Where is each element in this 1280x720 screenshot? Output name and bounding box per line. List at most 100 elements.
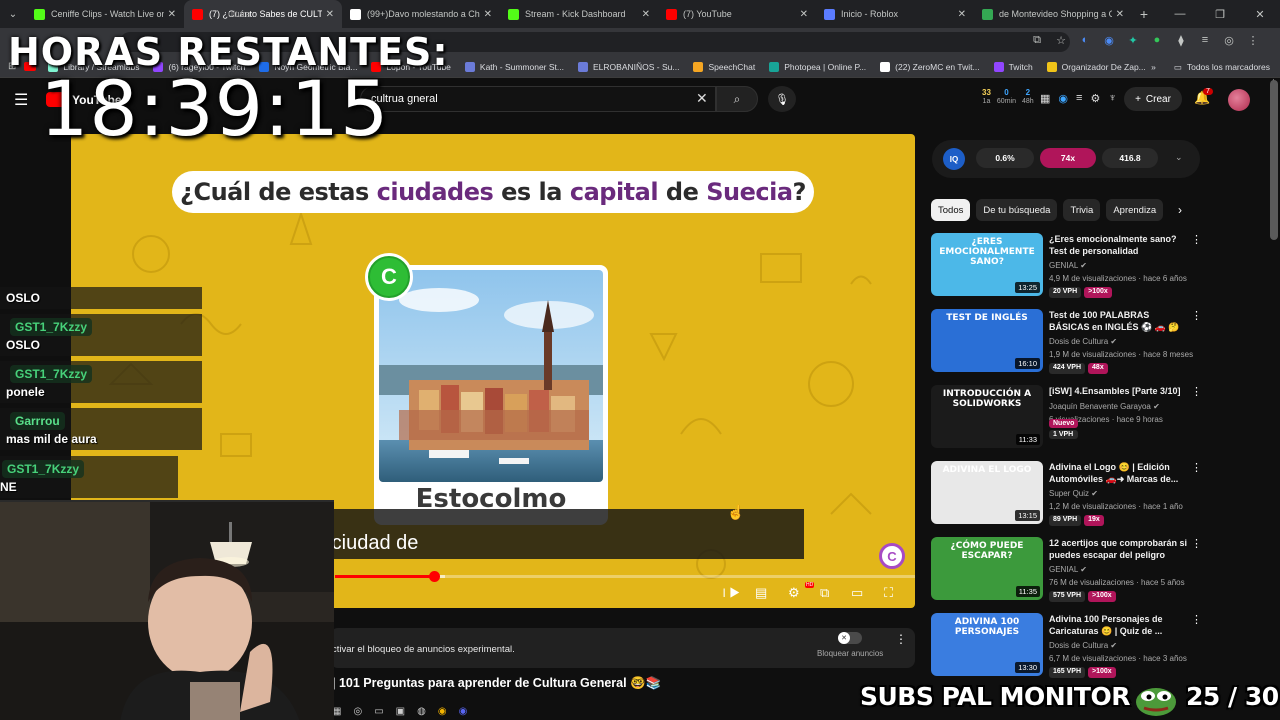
- browser-tab[interactable]: (7) ¿Cuánto Sabes de CULTURA GENERAL ✕: [184, 0, 342, 28]
- filter-chip[interactable]: Aprendiza: [1106, 199, 1164, 221]
- recommended-video[interactable]: ¿CÓMO PUEDE ESCAPAR? 11:35 12 acertijos qu…: [931, 537, 1202, 603]
- recommended-video[interactable]: ¿ERES EMOCIONALMENTE SANO? 13:25 ¿Eres emo…: [931, 233, 1202, 299]
- discord-icon[interactable]: ◉: [459, 706, 468, 717]
- video-thumbnail[interactable]: ADIVINA EL LOGO 13:15: [931, 461, 1043, 524]
- rec-channel[interactable]: Super Quiz ✔: [1049, 489, 1098, 498]
- calculator-icon[interactable]: ▦: [1040, 92, 1050, 105]
- close-window-icon[interactable]: ✕: [1240, 0, 1280, 28]
- rec-channel[interactable]: Dosis de Cultura ✔: [1049, 641, 1117, 650]
- bookmark-item[interactable]: Kath - Summoner St...: [464, 61, 564, 72]
- recommended-video[interactable]: ADIVINA EL LOGO 13:15 Adivina el Logo 😊 | …: [931, 461, 1202, 527]
- subtitles-icon[interactable]: ▤: [755, 585, 767, 601]
- miniplayer-icon[interactable]: ⧉: [820, 585, 829, 601]
- recommended-video[interactable]: ADIVINA 100 PERSONAJES 13:30 Adivina 100 P…: [931, 613, 1202, 679]
- autoplay-toggle-icon[interactable]: ⏽▶: [719, 585, 740, 601]
- extension-icon[interactable]: ◉: [1102, 34, 1116, 47]
- extension-icon[interactable]: ✦: [1126, 34, 1140, 47]
- app-icon[interactable]: ◍: [417, 706, 426, 717]
- recommended-video[interactable]: TEST DE INGLÉS 16:10 Test de 100 PALABRAS …: [931, 309, 1202, 375]
- video-thumbnail[interactable]: ¿ERES EMOCIONALMENTE SANO? 13:25: [931, 233, 1043, 296]
- video-thumbnail[interactable]: ¿CÓMO PUEDE ESCAPAR? 11:35: [931, 537, 1043, 600]
- close-tab-icon[interactable]: ✕: [326, 9, 334, 20]
- rec-title[interactable]: 12 acertijos que comprobarán si puedes e…: [1049, 537, 1189, 561]
- kebab-menu-icon[interactable]: ⋮: [1191, 309, 1202, 322]
- browser-tab[interactable]: Ceniffe Clips - Watch Live on Kick ✕: [26, 0, 184, 28]
- chevron-down-icon[interactable]: ⌄: [1175, 152, 1183, 163]
- browser-tab[interactable]: (99+)Davo molestando a Chile ✕: [342, 0, 500, 28]
- bookmark-item[interactable]: Photopea | Online P...: [769, 61, 866, 72]
- kebab-menu-icon[interactable]: ⋮: [1191, 537, 1202, 550]
- browser-tab[interactable]: Stream - Kick Dashboard ✕: [500, 0, 658, 28]
- close-tab-icon[interactable]: ✕: [1116, 9, 1124, 20]
- rec-title[interactable]: Adivina el Logo 😊 | Edición Automóviles …: [1049, 461, 1189, 485]
- fullscreen-icon[interactable]: ⛶: [884, 585, 893, 601]
- all-bookmarks[interactable]: » ▭ Todos los marcadores: [1151, 56, 1270, 78]
- folder-icon[interactable]: ▭: [374, 706, 383, 717]
- bookmark-item[interactable]: SpeechChat: [693, 61, 755, 72]
- kebab-menu-icon[interactable]: ⋮: [1191, 385, 1202, 398]
- close-tab-icon[interactable]: ✕: [642, 9, 650, 20]
- progress-scrubber[interactable]: [428, 571, 440, 582]
- filter-chip[interactable]: Trivia: [1063, 199, 1101, 221]
- iq-badge[interactable]: IQ: [943, 148, 965, 170]
- search-button[interactable]: ⌕: [716, 86, 758, 112]
- video-thumbnail[interactable]: TEST DE INGLÉS 16:10: [931, 309, 1043, 372]
- video-thumbnail[interactable]: ADIVINA 100 PERSONAJES 13:30: [931, 613, 1043, 676]
- gear-icon[interactable]: ⚙: [1090, 92, 1100, 105]
- create-button[interactable]: + Crear: [1124, 87, 1182, 111]
- close-tab-icon[interactable]: ✕: [168, 9, 176, 20]
- puzzle-icon[interactable]: ⧫: [1174, 34, 1188, 47]
- close-tab-icon[interactable]: ✕: [800, 9, 808, 20]
- list-icon[interactable]: ≡: [1076, 92, 1082, 105]
- rec-channel[interactable]: GENIAL ✔: [1049, 261, 1087, 270]
- kebab-menu-icon[interactable]: ⋮: [1191, 461, 1202, 474]
- rec-channel[interactable]: Dosis de Cultura ✔: [1049, 337, 1117, 346]
- browser-tab[interactable]: de Montevideo Shopping a Ciudad ✕: [974, 0, 1132, 28]
- maximize-icon[interactable]: ❐: [1200, 0, 1240, 28]
- adblock-toggle[interactable]: ✕: [838, 632, 862, 644]
- bookmark-item[interactable]: Twitch: [993, 61, 1033, 72]
- tab-search-icon[interactable]: ≡: [1198, 34, 1212, 47]
- extension-icon[interactable]: ◐: [1078, 34, 1092, 47]
- voice-search-button[interactable]: 🎙: [768, 86, 796, 112]
- clear-search-icon[interactable]: ✕: [696, 90, 708, 107]
- close-tab-icon[interactable]: ✕: [958, 9, 966, 20]
- rec-title[interactable]: [iSW] 4.Ensambles [Parte 3/10]: [1049, 385, 1189, 397]
- channel-watermark[interactable]: C: [879, 543, 905, 569]
- browser-tab[interactable]: Inicio - Roblox ✕: [816, 0, 974, 28]
- close-tab-icon[interactable]: ✕: [484, 9, 492, 20]
- cast-icon[interactable]: ⧉: [1030, 34, 1044, 47]
- minimize-icon[interactable]: —: [1160, 0, 1200, 28]
- profile-icon[interactable]: ◎: [1222, 34, 1236, 47]
- bookmark-star-icon[interactable]: ☆: [1054, 34, 1068, 47]
- rec-channel[interactable]: Joaquín Benavente Garayoa ✔: [1049, 402, 1160, 411]
- video-thumbnail[interactable]: INTRODUCCIÓN A SOLIDWORKS 11:33: [931, 385, 1043, 448]
- theater-mode-icon[interactable]: ▭: [851, 585, 863, 601]
- trophy-icon[interactable]: ♆: [1108, 92, 1116, 105]
- search-input[interactable]: cultrua gneral: [360, 86, 716, 112]
- scrollbar[interactable]: [1270, 80, 1278, 240]
- kebab-menu-icon[interactable]: ⋮: [1191, 233, 1202, 246]
- bookmark-item[interactable]: (22) ZeroMC en Twit...: [880, 61, 980, 72]
- tab-search-icon[interactable]: ⌄: [0, 0, 26, 28]
- steam-icon[interactable]: ◎: [353, 706, 362, 717]
- chrome-icon[interactable]: ◉: [438, 706, 447, 717]
- extension-iq-icon[interactable]: ◉: [1058, 92, 1068, 105]
- recommended-video[interactable]: INTRODUCCIÓN A SOLIDWORKS 11:33 [iSW] 4.En…: [931, 385, 1202, 451]
- rec-title[interactable]: Test de 100 PALABRAS BÁSICAS en INGLÉS ⚽…: [1049, 309, 1189, 333]
- extension-icon[interactable]: ●: [1150, 34, 1164, 47]
- settings-gear-icon[interactable]: ⚙: [788, 585, 800, 601]
- bookmark-item[interactable]: Organizador De Zap...: [1046, 61, 1146, 72]
- avatar[interactable]: [1228, 89, 1250, 111]
- filter-chip[interactable]: De tu búsqueda: [976, 199, 1058, 221]
- new-tab-button[interactable]: +: [1132, 6, 1156, 22]
- kebab-menu-icon[interactable]: ⋮: [895, 632, 907, 646]
- hamburger-menu-icon[interactable]: ☰: [14, 90, 28, 110]
- chevron-right-icon[interactable]: ›: [1178, 203, 1182, 217]
- rec-title[interactable]: Adivina 100 Personajes de Caricaturas 😊 …: [1049, 613, 1189, 637]
- bookmark-item[interactable]: ELROBANIÑOS - Su...: [578, 61, 679, 72]
- filter-chip[interactable]: Todos: [931, 199, 971, 221]
- browser-tab[interactable]: (7) YouTube ✕: [658, 0, 816, 28]
- kebab-menu-icon[interactable]: ⋮: [1191, 613, 1202, 626]
- app-icon[interactable]: ▣: [396, 706, 405, 717]
